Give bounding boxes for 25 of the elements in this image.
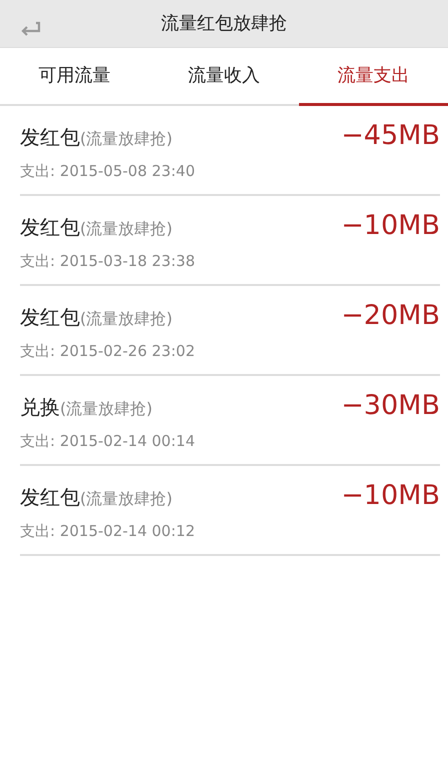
tab[interactable]: 流量支出 xyxy=(298,48,448,106)
record-title: 发红包 xyxy=(20,485,80,509)
record-amount: −20MB xyxy=(341,300,440,331)
record-source: (流量放肆抢) xyxy=(80,219,172,238)
record-source: (流量放肆抢) xyxy=(80,489,172,508)
record-title: 发红包 xyxy=(20,305,80,329)
record-title: 发红包 xyxy=(20,215,80,239)
record-time: 支出: 2015-03-18 23:38 xyxy=(20,251,195,272)
tab[interactable]: 可用流量 xyxy=(0,48,150,106)
record-title: 发红包 xyxy=(20,125,80,149)
record-title: 兑换 xyxy=(20,395,60,419)
record-source: (流量放肆抢) xyxy=(80,129,172,148)
record-source: (流量放肆抢) xyxy=(60,399,152,418)
record-time: 支出: 2015-05-08 23:40 xyxy=(20,161,195,182)
screen-title: 流量红包放肆抢 xyxy=(161,12,287,36)
return-icon xyxy=(20,20,42,37)
record-time: 支出: 2015-02-14 00:12 xyxy=(20,521,195,542)
record-source: (流量放肆抢) xyxy=(80,309,172,328)
tab[interactable]: 流量收入 xyxy=(149,48,299,106)
record-time: 支出: 2015-02-26 23:02 xyxy=(20,341,195,362)
record-amount: −45MB xyxy=(341,120,440,151)
record-amount: −10MB xyxy=(341,210,440,241)
record-time: 支出: 2015-02-14 00:14 xyxy=(20,431,195,452)
record-amount: −30MB xyxy=(341,390,440,421)
record-amount: −10MB xyxy=(341,480,440,511)
